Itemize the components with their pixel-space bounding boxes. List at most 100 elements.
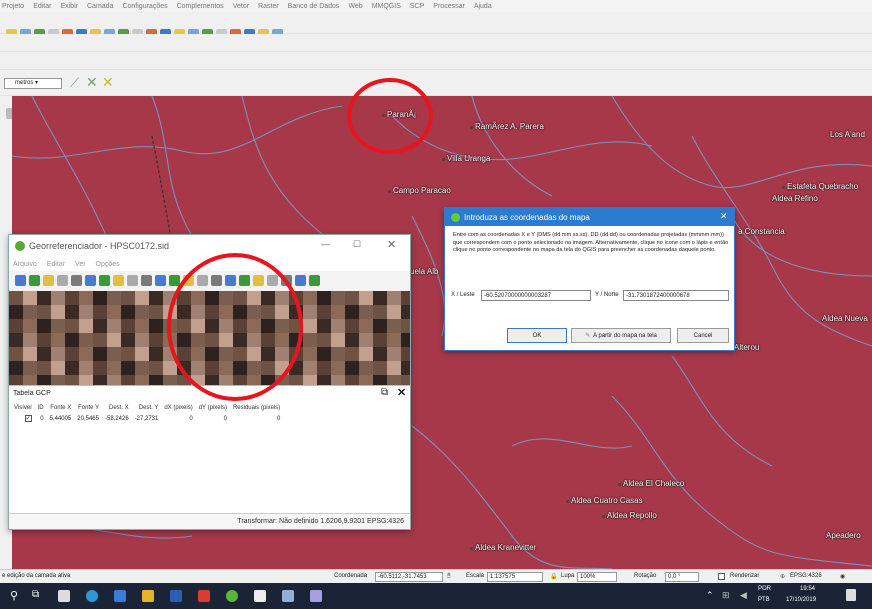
- gcp-cell: 5,44005: [49, 415, 72, 422]
- visible-checkbox[interactable]: ✓: [24, 415, 32, 422]
- menu-item[interactable]: Raster: [258, 3, 279, 10]
- close-panel-icon[interactable]: ✕: [397, 386, 406, 399]
- gcp-row[interactable]: ✓ 0 5,44005 20,5465 -58,2426 -27,2731 0 0 0: [11, 413, 283, 424]
- menu-item[interactable]: Processar: [433, 3, 465, 10]
- cancel-button[interactable]: Cancel: [677, 328, 729, 343]
- y-label: Y / Norte: [595, 292, 619, 298]
- acrobat-icon[interactable]: [198, 590, 210, 602]
- toolbar-tool-icon[interactable]: [43, 275, 54, 286]
- tray-up-icon[interactable]: ⌃: [706, 590, 714, 601]
- vertex-icon[interactable]: ✕: [102, 74, 114, 91]
- game-icon[interactable]: [310, 590, 322, 602]
- place-el-chaleco: Aldea El Chaleco: [618, 479, 684, 488]
- gcp-column-header[interactable]: Fonte X: [47, 403, 75, 413]
- gcp-column-header[interactable]: ID: [35, 403, 47, 413]
- units-combo[interactable]: metros ▾: [4, 78, 62, 89]
- gcp-column-header[interactable]: Dest. X: [102, 403, 132, 413]
- gcp-column-header[interactable]: Residuais (pixels): [230, 403, 283, 413]
- cross-icon[interactable]: ✕: [86, 74, 98, 91]
- menu-item[interactable]: Projeto: [2, 3, 24, 10]
- minimize-icon[interactable]: —: [321, 239, 330, 249]
- clock-time[interactable]: 19:54: [800, 586, 815, 592]
- messages-icon[interactable]: ◉: [840, 573, 845, 580]
- globe-icon[interactable]: ⊕: [780, 573, 785, 580]
- search-icon[interactable]: ⚲: [10, 589, 18, 602]
- toolbar-tool-icon[interactable]: [295, 275, 306, 286]
- toolbar-tool-icon[interactable]: [57, 275, 68, 286]
- gcp-column-header[interactable]: dX (pixels): [161, 403, 195, 413]
- gcp-cell: 20,5465: [77, 415, 99, 422]
- lang-2[interactable]: PTB: [758, 597, 770, 603]
- menu-item[interactable]: Banco de Dados: [288, 3, 340, 10]
- dialog-close-icon[interactable]: ✕: [720, 211, 728, 222]
- georef-titlebar: Georreferenciador - HPSC0172.sid — ☐ ✕: [9, 235, 410, 257]
- scale-field[interactable]: 1:137575: [487, 572, 543, 582]
- menu-item[interactable]: MMQGIS: [372, 3, 401, 10]
- toolbar-tool-icon[interactable]: [309, 275, 320, 286]
- menu-item[interactable]: Web: [348, 3, 362, 10]
- menu-item[interactable]: Vetor: [233, 3, 249, 10]
- qgis-task-icon[interactable]: [226, 590, 238, 602]
- menu-item[interactable]: Camada: [87, 3, 113, 10]
- toolbar-tool-icon[interactable]: [15, 275, 26, 286]
- menu-item[interactable]: Complementos: [177, 3, 224, 10]
- lang-1[interactable]: POR: [758, 586, 771, 592]
- georef-status: Transformar: Não definido 1.6206,9.9201 …: [237, 518, 404, 525]
- menu-item[interactable]: Exibir: [60, 3, 78, 10]
- maximize-icon[interactable]: ☐: [353, 239, 361, 250]
- georef-menu-item[interactable]: Ver: [75, 261, 86, 268]
- ok-button[interactable]: OK: [507, 328, 567, 343]
- menu-item[interactable]: Editar: [33, 3, 51, 10]
- network-icon[interactable]: ⊞: [722, 590, 730, 601]
- y-north-input[interactable]: -31.7301872400000678: [623, 290, 729, 301]
- zoom-field[interactable]: 100%: [577, 572, 617, 582]
- toolbar-tool-icon[interactable]: [71, 275, 82, 286]
- render-checkbox[interactable]: [718, 573, 725, 580]
- place-aldea-refino: Aldea Refino: [772, 194, 818, 203]
- clock-date[interactable]: 17/10/2019: [786, 597, 816, 603]
- georef-menu-item[interactable]: Opções: [96, 261, 120, 268]
- epsg-label[interactable]: EPSG:4326: [790, 573, 822, 579]
- gcp-column-header[interactable]: Visível: [11, 403, 35, 413]
- explorer-icon[interactable]: [142, 590, 154, 602]
- scale-label: Escala: [466, 573, 485, 579]
- mouse-icon[interactable]: 🖰: [447, 573, 451, 580]
- toolbar-tool-icon[interactable]: [141, 275, 152, 286]
- coordinates-dialog: Introduza as coordenadas do mapa ✕ Entre…: [444, 207, 735, 351]
- x-east-input[interactable]: -60.52070000000003287: [481, 290, 591, 301]
- mail-icon[interactable]: [58, 590, 70, 602]
- menu-item[interactable]: Configurações: [122, 3, 167, 10]
- app-icon[interactable]: [254, 590, 266, 602]
- menu-item[interactable]: SCP: [410, 3, 424, 10]
- toolbar-tool-icon[interactable]: [99, 275, 110, 286]
- chrome-icon[interactable]: [86, 590, 98, 602]
- coord-field[interactable]: -60.5112,-31.7453: [375, 572, 443, 582]
- units-combo-value: metros: [15, 80, 34, 86]
- gcp-column-header[interactable]: Dest. Y: [132, 403, 162, 413]
- gcp-column-header[interactable]: dY (pixels): [196, 403, 230, 413]
- store-icon[interactable]: [114, 590, 126, 602]
- toolbar-tool-icon[interactable]: [127, 275, 138, 286]
- volume-icon[interactable]: ◀: [740, 590, 747, 601]
- gcp-cell: 0: [189, 415, 193, 422]
- toolbar-tool-icon[interactable]: [155, 275, 166, 286]
- undock-icon[interactable]: ⧉: [381, 387, 388, 398]
- georef-menu-item[interactable]: Arquivo: [13, 261, 37, 268]
- toolbar-tool-icon[interactable]: [113, 275, 124, 286]
- from-canvas-button[interactable]: ✎ A partir do mapa na tela: [571, 328, 671, 343]
- toolbar-tool-icon[interactable]: [85, 275, 96, 286]
- lock-icon[interactable]: 🔒: [550, 573, 557, 580]
- gcp-column-header[interactable]: Fonte Y: [74, 403, 102, 413]
- highlight-circle-map: [347, 78, 433, 154]
- rotation-field[interactable]: 0,0 °: [665, 572, 699, 582]
- toolbar-tool-icon[interactable]: [29, 275, 40, 286]
- snap-icon[interactable]: ⟋: [70, 75, 79, 91]
- notification-icon[interactable]: [846, 589, 856, 601]
- pen-app-icon[interactable]: [282, 590, 294, 602]
- gcp-cell: 0: [40, 415, 44, 422]
- menu-item[interactable]: Ajuda: [474, 3, 492, 10]
- georef-menu-item[interactable]: Editar: [47, 261, 65, 268]
- word-icon[interactable]: [170, 590, 182, 602]
- task-view-icon[interactable]: ⧉: [32, 589, 39, 600]
- close-icon[interactable]: ✕: [387, 238, 396, 251]
